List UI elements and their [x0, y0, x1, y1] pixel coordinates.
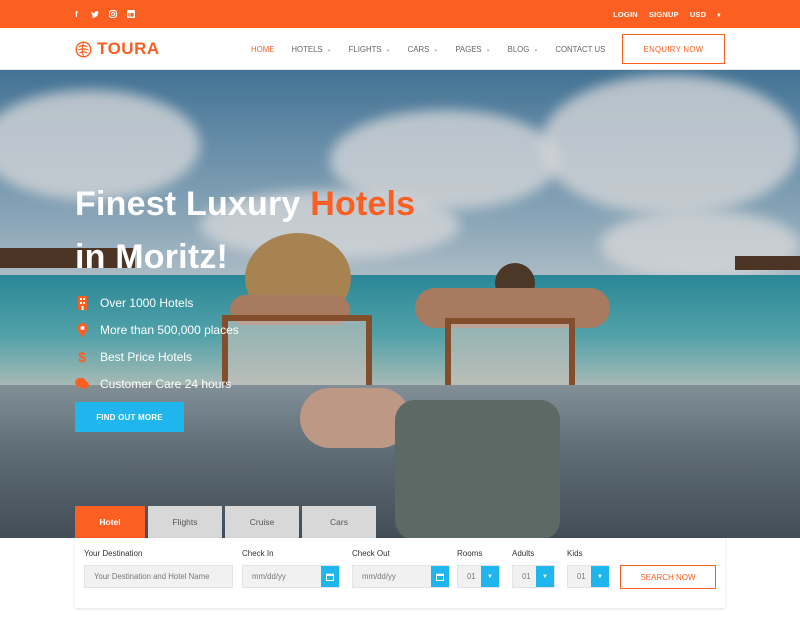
- adults-label: Adults: [512, 549, 535, 558]
- nav-label: BLOG: [507, 44, 530, 54]
- login-link[interactable]: LOGIN: [613, 10, 638, 19]
- feature-item: More than 500,000 places: [75, 316, 239, 343]
- nav-item-home[interactable]: HOME: [251, 45, 274, 54]
- feature-text: Customer Care 24 hours: [100, 376, 232, 391]
- nav-label: CARS: [407, 44, 430, 54]
- account-links: LOGIN SIGNUP USD ▼: [613, 0, 722, 28]
- checkout-placeholder: mm/dd/yy: [362, 572, 396, 581]
- dollar-icon: $: [78, 348, 86, 365]
- chevron-down-icon: ⌄: [485, 46, 491, 53]
- adults-value: 01: [522, 572, 531, 581]
- headline-text: Finest Luxury: [75, 185, 311, 223]
- tab-flights[interactable]: Flights: [148, 506, 222, 538]
- rooms-select[interactable]: 01 ▼: [457, 565, 500, 588]
- headline-accent: Hotels: [310, 185, 416, 223]
- search-panel: Your Destination Your Destination and Ho…: [75, 538, 725, 608]
- logo[interactable]: TOURA: [75, 39, 160, 59]
- signup-link[interactable]: SIGNUP: [649, 10, 679, 19]
- currency-value: USD: [689, 9, 707, 19]
- checkout-input[interactable]: mm/dd/yy: [352, 565, 450, 588]
- logo-icon: [75, 40, 92, 58]
- feature-item: $ Best Price Hotels: [75, 343, 239, 370]
- search-now-button[interactable]: SEARCH NOW: [620, 565, 716, 589]
- feature-text: More than 500,000 places: [100, 322, 239, 337]
- kids-select[interactable]: 01 ▼: [567, 565, 610, 588]
- tab-hotel[interactable]: Hotel: [75, 506, 145, 538]
- destination-label: Your Destination: [84, 549, 143, 558]
- destination-placeholder: Your Destination and Hotel Name: [94, 572, 210, 581]
- hero-features: Over 1000 Hotels More than 500,000 place…: [75, 289, 239, 397]
- top-bar: f LOGIN SIGNUP USD ▼: [0, 0, 800, 28]
- primary-nav: HOME HOTELS ⌄ FLIGHTS ⌄ CARS ⌄ PAGES ⌄ BLOG ⌄…: [251, 28, 622, 70]
- currency-select[interactable]: USD ▼: [690, 10, 722, 19]
- feature-text: Best Price Hotels: [100, 349, 193, 364]
- social-links: f: [72, 0, 135, 28]
- enquiry-button[interactable]: ENQUIRY NOW: [622, 34, 725, 64]
- kids-label: Kids: [567, 549, 583, 558]
- nav-item-blog[interactable]: BLOG ⌄: [508, 45, 539, 54]
- nav-label: CONTACT US: [555, 44, 606, 54]
- nav-label: FLIGHTS: [348, 44, 382, 54]
- instagram-icon[interactable]: [108, 10, 117, 19]
- headline-line2: in Moritz!: [75, 238, 229, 276]
- caret-down-icon: ▼: [710, 12, 722, 19]
- chevron-down-icon: ▼: [481, 566, 499, 587]
- hero-headline: Finest Luxury Hotels in Moritz!: [75, 178, 415, 284]
- nav-item-cars[interactable]: CARS ⌄: [408, 45, 439, 54]
- main-navbar: TOURA HOME HOTELS ⌄ FLIGHTS ⌄ CARS ⌄ PAGES ⌄…: [0, 28, 800, 70]
- tab-cars[interactable]: Cars: [302, 506, 376, 538]
- chevron-down-icon: ⌄: [533, 46, 539, 53]
- rooms-value: 01: [467, 572, 476, 581]
- checkin-placeholder: mm/dd/yy: [252, 572, 286, 581]
- destination-input[interactable]: Your Destination and Hotel Name: [84, 565, 233, 588]
- calendar-icon[interactable]: [431, 566, 449, 587]
- search-tabs: Hotel Flights Cruise Cars: [75, 506, 376, 538]
- checkin-label: Check In: [242, 549, 274, 558]
- linkedin-icon[interactable]: [126, 10, 135, 19]
- nav-item-pages[interactable]: PAGES ⌄: [455, 45, 490, 54]
- chevron-down-icon: ⌄: [326, 46, 332, 53]
- find-out-more-button[interactable]: FIND OUT MORE: [75, 402, 184, 432]
- feature-item: Over 1000 Hotels: [75, 289, 239, 316]
- facebook-icon[interactable]: f: [72, 10, 81, 19]
- hero-banner: Finest Luxury Hotels in Moritz! Over 100…: [0, 70, 800, 538]
- nav-item-hotels[interactable]: HOTELS ⌄: [291, 45, 331, 54]
- nav-item-flights[interactable]: FLIGHTS ⌄: [349, 45, 391, 54]
- adults-select[interactable]: 01 ▼: [512, 565, 555, 588]
- nav-label: HOTELS: [291, 44, 323, 54]
- checkin-input[interactable]: mm/dd/yy: [242, 565, 340, 588]
- twitter-icon[interactable]: [90, 10, 99, 19]
- nav-item-contact[interactable]: CONTACT US: [555, 45, 605, 54]
- tab-cruise[interactable]: Cruise: [225, 506, 299, 538]
- chevron-down-icon: ⌄: [433, 46, 439, 53]
- building-icon: [75, 295, 89, 310]
- feature-item: Customer Care 24 hours: [75, 370, 239, 397]
- brand-name: TOURA: [97, 39, 160, 58]
- checkout-label: Check Out: [352, 549, 390, 558]
- rooms-label: Rooms: [457, 549, 483, 558]
- chevron-down-icon: ▼: [591, 566, 609, 587]
- chat-icon: [75, 377, 89, 391]
- feature-text: Over 1000 Hotels: [100, 295, 194, 310]
- kids-value: 01: [577, 572, 586, 581]
- chevron-down-icon: ▼: [536, 566, 554, 587]
- nav-label: PAGES: [455, 44, 482, 54]
- calendar-icon[interactable]: [321, 566, 339, 587]
- chevron-down-icon: ⌄: [385, 46, 391, 53]
- map-pin-icon: [75, 322, 89, 337]
- nav-label: HOME: [251, 44, 275, 54]
